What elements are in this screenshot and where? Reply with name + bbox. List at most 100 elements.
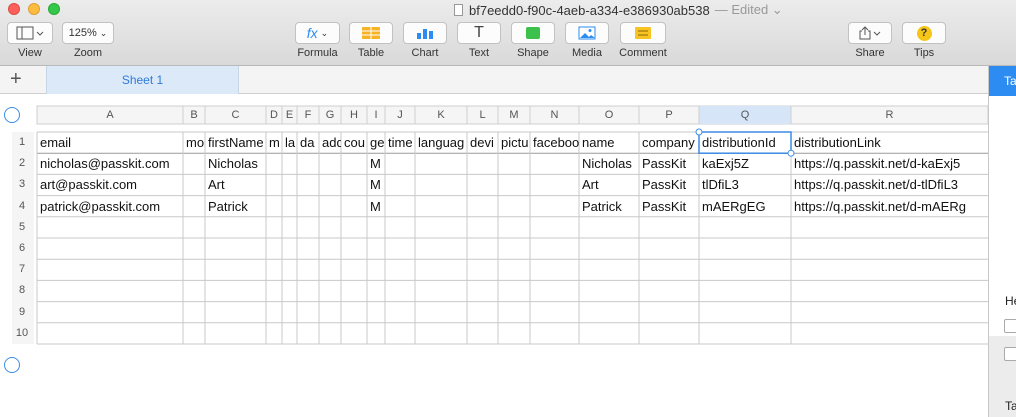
cell-r7[interactable] — [791, 259, 988, 280]
row-header-10[interactable]: 10 — [12, 327, 32, 339]
cell-k1[interactable]: languag — [415, 132, 467, 153]
cell-h10[interactable] — [341, 323, 367, 344]
cell-k2[interactable] — [415, 153, 467, 174]
cell-n6[interactable] — [530, 238, 579, 259]
cell-q6[interactable] — [699, 238, 791, 259]
cell-j10[interactable] — [385, 323, 415, 344]
cell-m4[interactable] — [498, 196, 530, 217]
row-header-4[interactable]: 4 — [12, 200, 32, 212]
cell-j3[interactable] — [385, 174, 415, 195]
column-header-i[interactable]: I — [367, 106, 385, 124]
cell-c4[interactable]: Patrick — [205, 196, 266, 217]
cell-k10[interactable] — [415, 323, 467, 344]
edited-status[interactable]: — Edited ⌄ — [715, 2, 783, 18]
cell-e8[interactable] — [282, 280, 297, 301]
zoom-select[interactable]: 125% ⌄ — [62, 22, 114, 44]
cell-q5[interactable] — [699, 217, 791, 238]
cell-j7[interactable] — [385, 259, 415, 280]
cell-o3[interactable]: Art — [579, 174, 639, 195]
cell-q3[interactable]: tlDfiL3 — [699, 174, 791, 195]
cell-l4[interactable] — [467, 196, 498, 217]
cell-a5[interactable] — [37, 217, 183, 238]
cell-f10[interactable] — [297, 323, 319, 344]
cell-k5[interactable] — [415, 217, 467, 238]
row-header-2[interactable]: 2 — [12, 157, 32, 169]
cell-j5[interactable] — [385, 217, 415, 238]
cell-l5[interactable] — [467, 217, 498, 238]
cell-q1[interactable]: distributionId — [699, 132, 791, 153]
cell-o5[interactable] — [579, 217, 639, 238]
cell-p7[interactable] — [639, 259, 699, 280]
cell-b9[interactable] — [183, 302, 205, 323]
cell-f9[interactable] — [297, 302, 319, 323]
cell-p8[interactable] — [639, 280, 699, 301]
cell-d2[interactable] — [266, 153, 282, 174]
row-header-3[interactable]: 3 — [12, 178, 32, 190]
cell-a4[interactable]: patrick@passkit.com — [37, 196, 183, 217]
cell-m2[interactable] — [498, 153, 530, 174]
cell-e9[interactable] — [282, 302, 297, 323]
cell-l8[interactable] — [467, 280, 498, 301]
cell-l3[interactable] — [467, 174, 498, 195]
column-header-r[interactable]: R — [791, 106, 988, 124]
media-button[interactable] — [565, 22, 609, 44]
cell-k7[interactable] — [415, 259, 467, 280]
cell-m3[interactable] — [498, 174, 530, 195]
cell-r1[interactable]: distributionLink — [791, 132, 988, 153]
cell-l9[interactable] — [467, 302, 498, 323]
cell-h6[interactable] — [341, 238, 367, 259]
cell-h5[interactable] — [341, 217, 367, 238]
cell-e4[interactable] — [282, 196, 297, 217]
cell-n4[interactable] — [530, 196, 579, 217]
cell-d7[interactable] — [266, 259, 282, 280]
column-header-a[interactable]: A — [37, 106, 183, 124]
cell-h1[interactable]: cou — [341, 132, 367, 153]
cell-i1[interactable]: ge — [367, 132, 385, 153]
column-header-o[interactable]: O — [579, 106, 639, 124]
cell-i8[interactable] — [367, 280, 385, 301]
cell-n5[interactable] — [530, 217, 579, 238]
cell-c10[interactable] — [205, 323, 266, 344]
cell-b3[interactable] — [183, 174, 205, 195]
cell-c3[interactable]: Art — [205, 174, 266, 195]
cell-h3[interactable] — [341, 174, 367, 195]
add-row-handle[interactable] — [4, 357, 20, 373]
cell-h8[interactable] — [341, 280, 367, 301]
cell-i2[interactable]: M — [367, 153, 385, 174]
column-header-k[interactable]: K — [415, 106, 467, 124]
cell-b8[interactable] — [183, 280, 205, 301]
cell-m10[interactable] — [498, 323, 530, 344]
cell-g9[interactable] — [319, 302, 341, 323]
cell-r8[interactable] — [791, 280, 988, 301]
sidebar-tab-table[interactable]: Ta — [989, 66, 1016, 96]
column-header-m[interactable]: M — [498, 106, 530, 124]
cell-j2[interactable] — [385, 153, 415, 174]
cell-i9[interactable] — [367, 302, 385, 323]
cell-p9[interactable] — [639, 302, 699, 323]
cell-j8[interactable] — [385, 280, 415, 301]
cell-g1[interactable]: add — [319, 132, 341, 153]
cell-n1[interactable]: faceboo — [530, 132, 579, 153]
sidebar-checkbox[interactable] — [1004, 347, 1016, 361]
cell-a8[interactable] — [37, 280, 183, 301]
cell-d1[interactable]: m — [266, 132, 282, 153]
cell-d5[interactable] — [266, 217, 282, 238]
cell-e6[interactable] — [282, 238, 297, 259]
cell-o9[interactable] — [579, 302, 639, 323]
column-header-e[interactable]: E — [282, 106, 297, 124]
cell-b5[interactable] — [183, 217, 205, 238]
tab-sheet-1[interactable]: Sheet 1 — [46, 66, 239, 94]
cell-c5[interactable] — [205, 217, 266, 238]
cell-r4[interactable]: https://q.passkit.net/d-mAERg — [791, 196, 988, 217]
cell-i5[interactable] — [367, 217, 385, 238]
cell-r9[interactable] — [791, 302, 988, 323]
cell-e1[interactable]: la — [282, 132, 297, 153]
cell-k3[interactable] — [415, 174, 467, 195]
cell-g8[interactable] — [319, 280, 341, 301]
shape-button[interactable] — [511, 22, 555, 44]
cell-i3[interactable]: M — [367, 174, 385, 195]
cell-a6[interactable] — [37, 238, 183, 259]
cell-q2[interactable]: kaExj5Z — [699, 153, 791, 174]
cell-l6[interactable] — [467, 238, 498, 259]
cell-p1[interactable]: company — [639, 132, 699, 153]
